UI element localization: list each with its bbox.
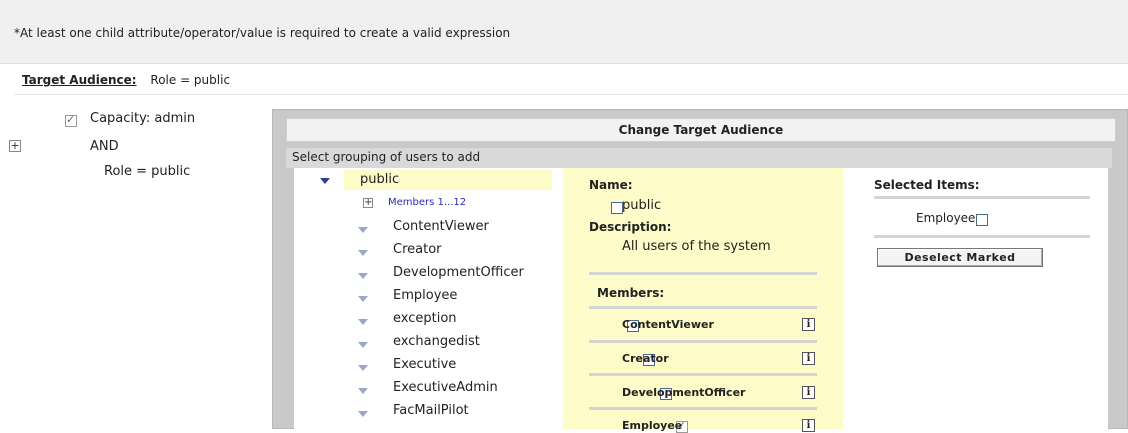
capacity-checkbox[interactable]: [65, 113, 77, 127]
instruction-text: *At least one child attribute/operator/v…: [14, 26, 511, 40]
tree-item[interactable]: DevelopmentOfficer: [393, 265, 524, 280]
info-icon[interactable]: i: [802, 386, 815, 399]
member-name: ContentViewer: [622, 318, 714, 331]
member-name: DevelopmentOfficer: [622, 386, 746, 399]
tree-item[interactable]: ContentViewer: [393, 219, 489, 234]
members-label: Members:: [597, 286, 665, 300]
expand-and-icon[interactable]: +: [9, 140, 21, 152]
tree-root-public[interactable]: public: [360, 172, 399, 187]
operator-and-label[interactable]: AND: [90, 139, 119, 154]
tree-item[interactable]: exchangedist: [393, 334, 480, 349]
expand-triangle-icon[interactable]: [358, 227, 368, 233]
expand-triangle-icon[interactable]: [358, 365, 368, 371]
group-select-bar: Select grouping of users to add: [286, 148, 1112, 168]
expand-triangle-icon[interactable]: [358, 411, 368, 417]
tree-item[interactable]: Executive: [393, 357, 456, 372]
divider: [589, 272, 817, 275]
divider: [589, 340, 817, 343]
panel-title: Change Target Audience: [286, 118, 1116, 142]
capacity-label: Capacity: admin: [90, 111, 196, 126]
member-name: Creator: [622, 352, 669, 365]
expand-triangle-icon[interactable]: [358, 296, 368, 302]
tree-item[interactable]: Creator: [393, 242, 442, 257]
name-value: public: [622, 198, 662, 213]
expand-triangle-icon[interactable]: [358, 342, 368, 348]
member-name: Employee: [622, 419, 683, 432]
expand-triangle-icon[interactable]: [358, 250, 368, 256]
target-audience-summary: Target Audience: Role = public: [22, 73, 230, 87]
target-audience-value: Role = public: [150, 73, 231, 87]
selected-item-label: Employee: [916, 211, 976, 225]
expand-members-icon[interactable]: +: [363, 198, 373, 208]
info-icon[interactable]: i: [802, 318, 815, 331]
target-audience-label[interactable]: Target Audience:: [22, 73, 137, 87]
role-expression-label[interactable]: Role = public: [104, 164, 190, 179]
divider: [589, 306, 817, 309]
selected-items-title: Selected Items:: [874, 178, 980, 192]
collapse-triangle-icon[interactable]: [320, 178, 330, 184]
expand-triangle-icon[interactable]: [358, 273, 368, 279]
tree-item[interactable]: Employee: [393, 288, 457, 303]
tree-item[interactable]: FacMailPilot: [393, 403, 469, 418]
members-link[interactable]: Members 1...12: [388, 197, 466, 208]
name-label: Name:: [589, 178, 633, 192]
description-value: All users of the system: [622, 239, 771, 254]
tree-item[interactable]: exception: [393, 311, 457, 326]
description-label: Description:: [589, 220, 672, 234]
tree-item[interactable]: ExecutiveAdmin: [393, 380, 498, 395]
divider: [874, 235, 1090, 238]
divider: [874, 196, 1090, 199]
divider: [589, 407, 817, 410]
info-icon[interactable]: i: [802, 419, 815, 432]
expand-triangle-icon[interactable]: [358, 319, 368, 325]
expand-triangle-icon[interactable]: [358, 388, 368, 394]
divider: [14, 94, 1128, 95]
info-icon[interactable]: i: [802, 352, 815, 365]
divider: [589, 373, 817, 376]
selected-item-checkbox[interactable]: [975, 213, 988, 226]
deselect-marked-button[interactable]: Deselect Marked: [877, 248, 1043, 267]
